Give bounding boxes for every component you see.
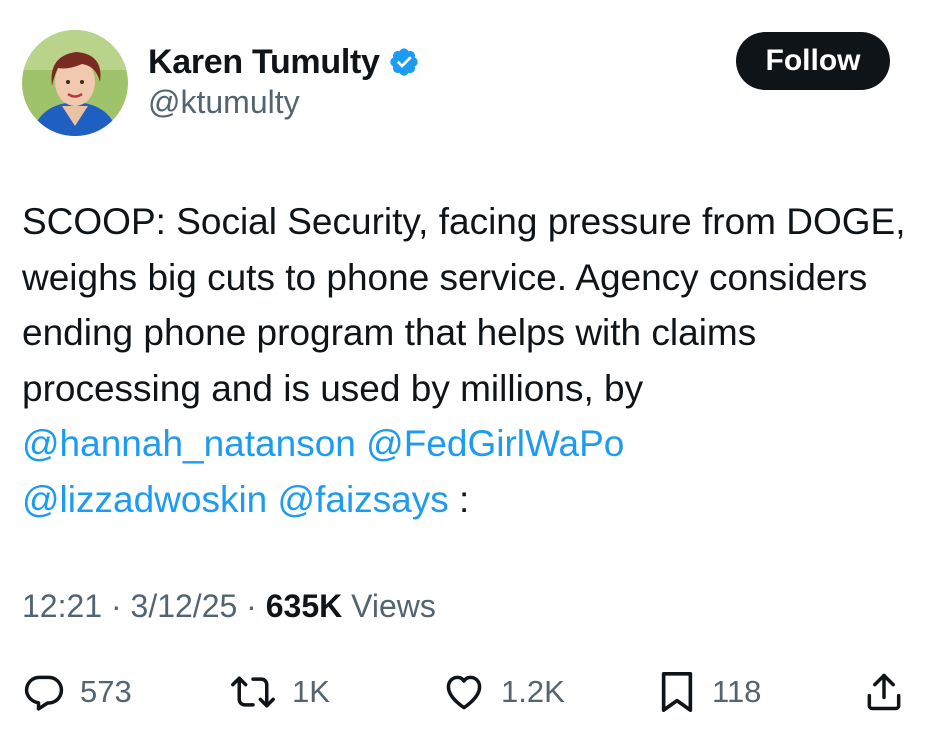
avatar[interactable] [22, 30, 128, 136]
reply-icon [24, 675, 64, 711]
reply-count: 573 [80, 674, 132, 709]
follow-button[interactable]: Follow [736, 32, 890, 90]
action-bar: 573 1K 1.2K 118 [0, 664, 932, 720]
reply-button[interactable]: 573 [22, 664, 132, 720]
tweet-date[interactable]: 3/12/25 [131, 588, 238, 624]
tweet-body-text: SCOOP: Social Security, facing pressure … [22, 201, 906, 409]
like-button[interactable]: 1.2K [441, 664, 565, 720]
share-icon [867, 673, 901, 711]
mention-link[interactable]: @FedGirlWaPo [366, 423, 624, 464]
tweet-meta: 12:21 · 3/12/25 · 635K Views [22, 588, 436, 625]
repost-icon [231, 676, 275, 708]
mention-link[interactable]: @faizsays [278, 479, 449, 520]
heart-icon [446, 675, 482, 710]
author-handle[interactable]: @ktumulty [148, 84, 300, 121]
author-display-name[interactable]: Karen Tumulty [148, 43, 380, 82]
views-count: 635K [265, 588, 343, 624]
avatar-image [22, 30, 128, 136]
mention-link[interactable]: @hannah_natanson [22, 423, 356, 464]
tweet-time[interactable]: 12:21 [22, 588, 102, 624]
bookmark-count: 118 [712, 674, 762, 709]
bookmark-icon [661, 672, 693, 712]
views-label: Views [351, 588, 436, 624]
repost-count: 1K [292, 674, 330, 709]
like-count: 1.2K [501, 674, 565, 709]
mention-link[interactable]: @lizzadwoskin [22, 479, 267, 520]
verified-badge-icon [388, 46, 420, 78]
bookmark-button[interactable]: 118 [656, 664, 761, 720]
share-button[interactable] [862, 664, 906, 720]
tweet-text: SCOOP: Social Security, facing pressure … [22, 194, 912, 527]
author-name-row: Karen Tumulty [148, 40, 420, 84]
tweet-trailing-text: : [459, 478, 470, 520]
meta-separator: · [246, 588, 257, 624]
repost-button[interactable]: 1K [228, 664, 330, 720]
meta-separator: · [110, 588, 122, 624]
